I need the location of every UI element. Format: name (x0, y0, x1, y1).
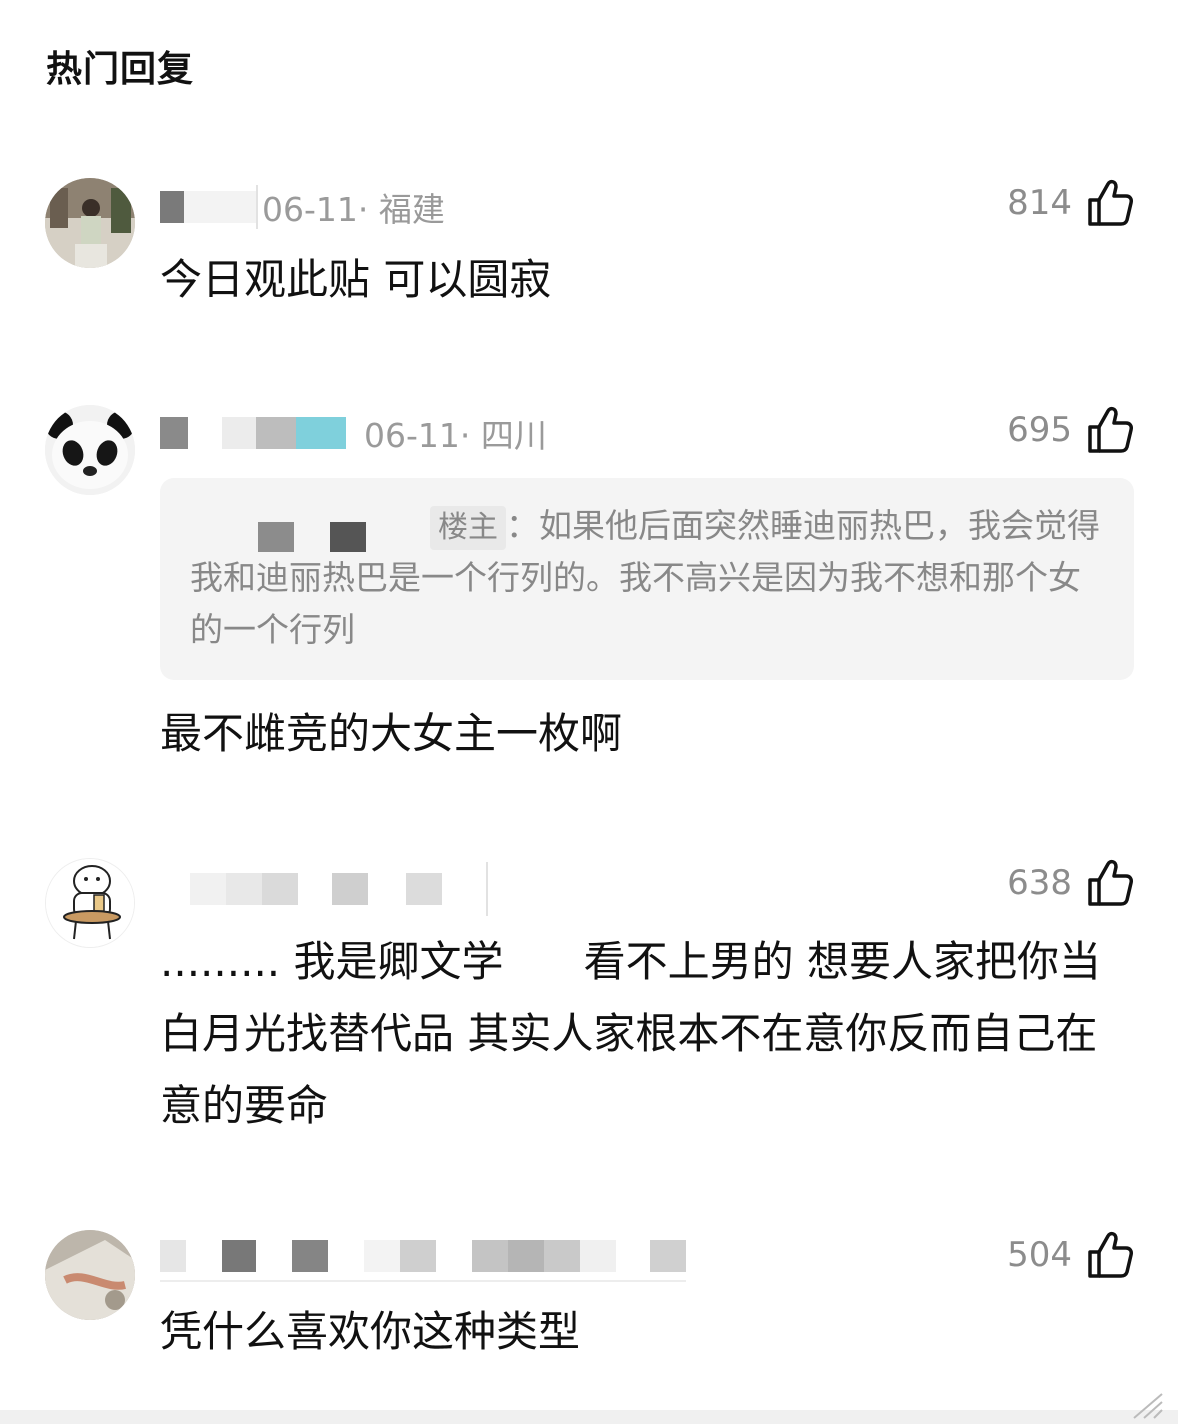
avatar[interactable] (45, 858, 135, 948)
username-redacted (160, 1232, 686, 1282)
like-button[interactable]: 638 (1007, 858, 1134, 908)
like-button[interactable]: 504 (1007, 1230, 1134, 1280)
avatar[interactable] (45, 178, 135, 268)
section-title: 热门回复 (46, 49, 195, 90)
op-tag: 楼主 (430, 505, 506, 550)
username-redacted (160, 862, 488, 916)
avatar[interactable] (45, 1230, 135, 1320)
quoted-reply[interactable]: 楼主 ：如果他后面突然睡迪丽热巴，我会觉得我和迪丽热巴是一个行列的。我不高兴是因为… (160, 478, 1134, 680)
avatar[interactable] (45, 405, 135, 495)
like-count: 638 (1007, 863, 1072, 903)
comment-date-location: 06-11· 福建 (262, 190, 445, 229)
comment-text: ......... 我是卿文学 看不上男的 想要人家把你当白月光找替代品 其实人… (160, 937, 1101, 1130)
username-redacted (160, 185, 258, 229)
like-button[interactable]: 695 (1007, 405, 1134, 455)
thumbs-up-icon (1088, 406, 1133, 453)
bottom-divider (0, 1410, 1178, 1424)
comment-date-location: 06-11· 四川 (364, 416, 547, 455)
like-button[interactable]: 814 (1007, 178, 1134, 228)
username-redacted (160, 415, 346, 451)
thumbs-up-icon (1088, 1231, 1133, 1278)
comment-text: 今日观此贴 可以圆寂 (160, 255, 552, 304)
comment-meta: 06-11· 四川 (160, 408, 547, 458)
like-count: 695 (1007, 410, 1072, 450)
comment-meta (160, 1232, 686, 1282)
like-count: 504 (1007, 1235, 1072, 1275)
resize-grip-icon (1133, 1393, 1163, 1419)
like-count: 814 (1007, 183, 1072, 223)
thumbs-up-icon (1088, 859, 1133, 906)
quoted-username-redacted (190, 508, 430, 552)
comment-text: 最不雌竞的大女主一枚啊 (160, 709, 623, 758)
thumbs-up-icon (1088, 179, 1133, 226)
comment-meta (160, 862, 488, 916)
comment-text: 凭什么喜欢你这种类型 (160, 1307, 581, 1356)
comment-meta: 06-11· 福建 (160, 182, 445, 232)
